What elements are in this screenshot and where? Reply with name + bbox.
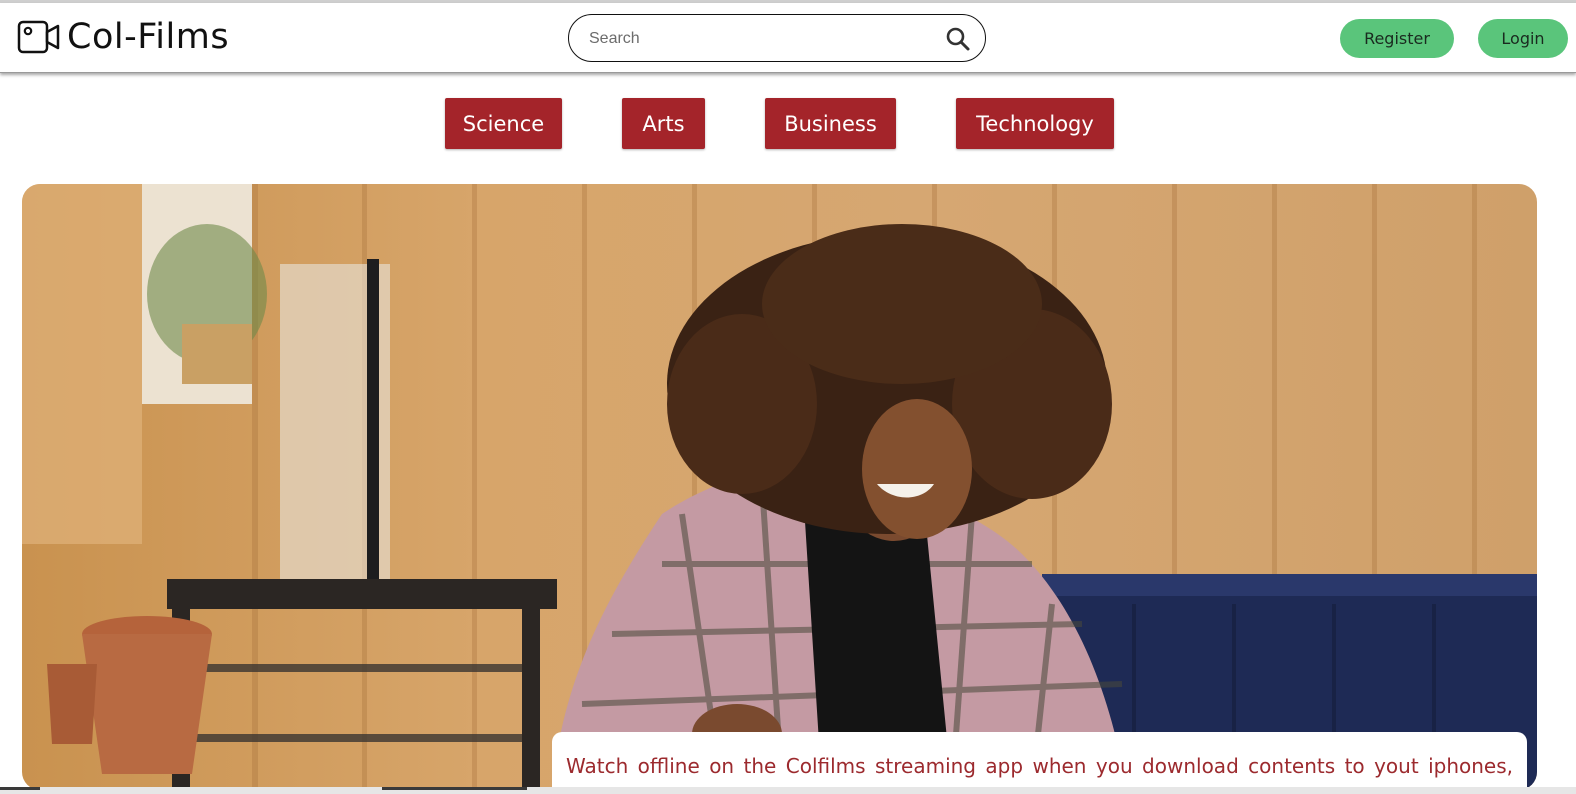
horizontal-scrollbar[interactable]	[0, 787, 1576, 794]
hero-illustration	[22, 184, 1537, 790]
brand-logo[interactable]: Col-Films	[17, 18, 229, 56]
scrollbar-thumb[interactable]	[382, 787, 527, 790]
category-technology-button[interactable]: Technology	[956, 98, 1114, 149]
video-camera-icon	[17, 20, 60, 54]
category-nav: Science Arts Business Technology	[0, 98, 1576, 149]
hero-image	[22, 184, 1537, 790]
hero-caption-text: Watch offline on the Colfilms streaming …	[566, 754, 1513, 778]
login-button[interactable]: Login	[1478, 19, 1568, 58]
category-arts-button[interactable]: Arts	[622, 98, 705, 149]
category-science-button[interactable]: Science	[445, 98, 562, 149]
search-icon[interactable]	[945, 26, 971, 52]
hero-caption: Watch offline on the Colfilms streaming …	[552, 732, 1527, 794]
brand-name: Col-Films	[67, 17, 230, 57]
category-business-button[interactable]: Business	[765, 98, 896, 149]
register-button[interactable]: Register	[1340, 19, 1454, 58]
scrollbar-track-segment	[0, 787, 40, 790]
site-header: Col-Films Register Login	[0, 3, 1576, 73]
search-bar	[568, 14, 986, 62]
search-input[interactable]	[589, 27, 929, 51]
